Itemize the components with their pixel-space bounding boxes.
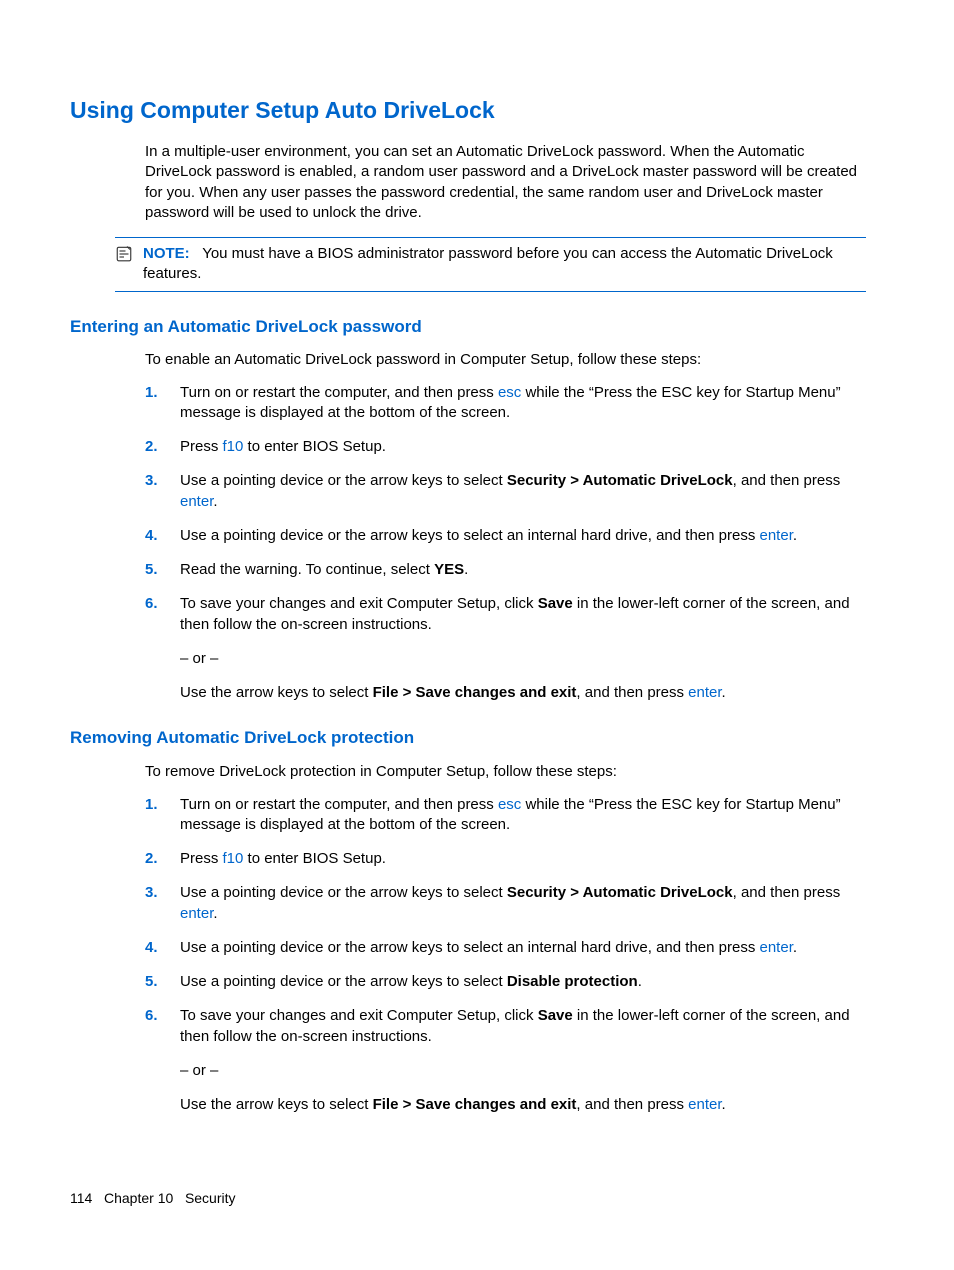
step-body: Use a pointing device or the arrow keys …: [180, 526, 866, 546]
step-number: 5.: [145, 560, 180, 580]
list-item: 1. Turn on or restart the computer, and …: [145, 383, 866, 424]
sec1-steps: 1. Turn on or restart the computer, and …: [145, 383, 866, 704]
step-body: Press f10 to enter BIOS Setup.: [180, 849, 866, 869]
step-number: 4.: [145, 526, 180, 546]
sec2-steps: 1. Turn on or restart the computer, and …: [145, 795, 866, 1116]
bold-text: Disable protection: [507, 973, 638, 990]
list-item: 1. Turn on or restart the computer, and …: [145, 795, 866, 836]
note-body: You must have a BIOS administrator passw…: [143, 245, 833, 282]
key-enter: enter: [760, 527, 793, 544]
key-enter: enter: [688, 1096, 721, 1113]
page-number: 114: [70, 1190, 92, 1206]
step-body: Use a pointing device or the arrow keys …: [180, 471, 866, 512]
heading-1: Using Computer Setup Auto DriveLock: [70, 95, 866, 126]
key-esc: esc: [498, 796, 521, 813]
note-icon: [115, 245, 133, 263]
bold-text: Save: [538, 1007, 573, 1024]
heading-removing: Removing Automatic DriveLock protection: [70, 727, 866, 750]
step-number: 5.: [145, 972, 180, 992]
step-body: To save your changes and exit Computer S…: [180, 594, 866, 703]
step-number: 6.: [145, 1006, 180, 1115]
bold-text: YES: [434, 561, 464, 578]
step-body: Use a pointing device or the arrow keys …: [180, 883, 866, 924]
key-f10: f10: [223, 438, 244, 455]
note-block: NOTE: You must have a BIOS administrator…: [115, 237, 866, 292]
sec2-intro: To remove DriveLock protection in Comput…: [145, 762, 866, 782]
bold-text: File > Save changes and exit: [373, 684, 577, 701]
note-label: NOTE:: [143, 245, 190, 262]
step-number: 6.: [145, 594, 180, 703]
step-number: 1.: [145, 383, 180, 424]
bold-text: File > Save changes and exit: [373, 1096, 577, 1113]
list-item: 2. Press f10 to enter BIOS Setup.: [145, 437, 866, 457]
page-footer: 114 Chapter 10 Security: [70, 1189, 236, 1208]
chapter-label: Chapter 10 Security: [104, 1190, 236, 1206]
step-number: 2.: [145, 437, 180, 457]
key-esc: esc: [498, 384, 521, 401]
list-item: 2. Press f10 to enter BIOS Setup.: [145, 849, 866, 869]
step-body: Turn on or restart the computer, and the…: [180, 795, 866, 836]
step-number: 1.: [145, 795, 180, 836]
bold-text: Save: [538, 595, 573, 612]
step-number: 3.: [145, 883, 180, 924]
step-number: 3.: [145, 471, 180, 512]
heading-entering: Entering an Automatic DriveLock password: [70, 316, 866, 339]
intro-paragraph: In a multiple-user environment, you can …: [145, 142, 866, 223]
step-body: Turn on or restart the computer, and the…: [180, 383, 866, 424]
list-item: 5. Read the warning. To continue, select…: [145, 560, 866, 580]
step-body: Read the warning. To continue, select YE…: [180, 560, 866, 580]
note-text: NOTE: You must have a BIOS administrator…: [143, 244, 866, 285]
step-body: To save your changes and exit Computer S…: [180, 1006, 866, 1115]
page-body: Using Computer Setup Auto DriveLock In a…: [0, 0, 954, 1115]
list-item: 6. To save your changes and exit Compute…: [145, 1006, 866, 1115]
key-enter: enter: [180, 493, 213, 510]
key-f10: f10: [223, 850, 244, 867]
bold-text: Security > Automatic DriveLock: [507, 884, 733, 901]
list-item: 3. Use a pointing device or the arrow ke…: [145, 471, 866, 512]
key-enter: enter: [180, 905, 213, 922]
step-number: 2.: [145, 849, 180, 869]
step-body: Press f10 to enter BIOS Setup.: [180, 437, 866, 457]
bold-text: Security > Automatic DriveLock: [507, 472, 733, 489]
list-item: 6. To save your changes and exit Compute…: [145, 594, 866, 703]
list-item: 3. Use a pointing device or the arrow ke…: [145, 883, 866, 924]
list-item: 4. Use a pointing device or the arrow ke…: [145, 526, 866, 546]
list-item: 4. Use a pointing device or the arrow ke…: [145, 938, 866, 958]
key-enter: enter: [688, 684, 721, 701]
or-divider: – or –: [180, 649, 866, 669]
step-number: 4.: [145, 938, 180, 958]
step-body: Use a pointing device or the arrow keys …: [180, 972, 866, 992]
list-item: 5. Use a pointing device or the arrow ke…: [145, 972, 866, 992]
key-enter: enter: [760, 939, 793, 956]
step-body: Use a pointing device or the arrow keys …: [180, 938, 866, 958]
sec1-intro: To enable an Automatic DriveLock passwor…: [145, 350, 866, 370]
or-divider: – or –: [180, 1061, 866, 1081]
